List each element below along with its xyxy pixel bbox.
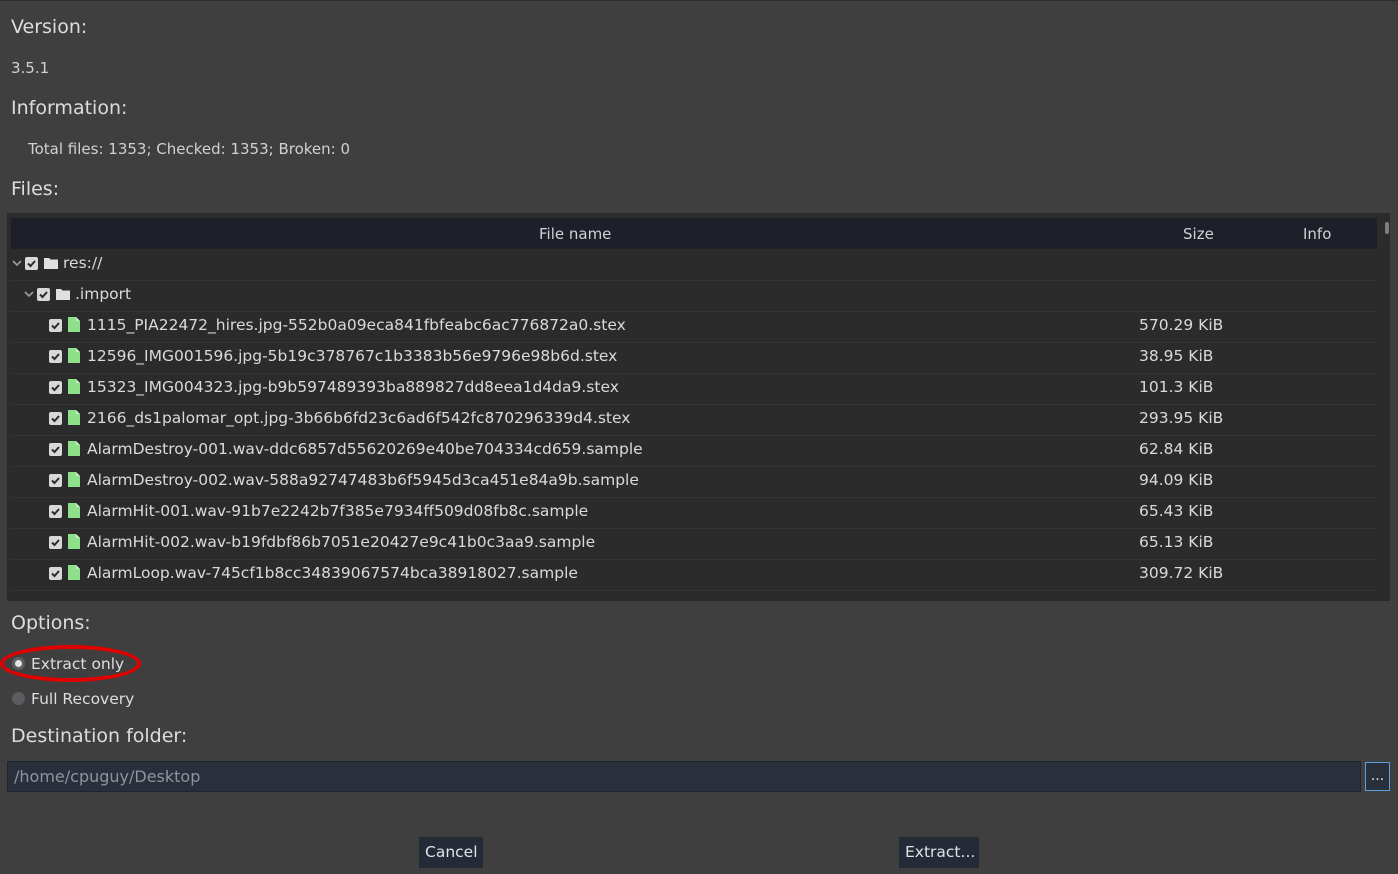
checkbox-root[interactable]: [25, 257, 38, 270]
file-checkbox[interactable]: [49, 443, 62, 456]
file-row[interactable]: AlarmDestroy-001.wav-ddc6857d55620269e40…: [11, 435, 1377, 467]
file-row[interactable]: 12596_IMG001596.jpg-5b19c378767c1b3383b5…: [11, 342, 1377, 374]
file-name: 1115_PIA22472_hires.jpg-552b0a09eca841fb…: [87, 316, 626, 334]
file-row[interactable]: AlarmHit-002.wav-b19fdbf86b7051e20427e9c…: [11, 528, 1377, 560]
file-size: 94.09 KiB: [1139, 471, 1214, 489]
top-border: [0, 0, 1398, 1]
file-icon: [68, 565, 80, 580]
file-size: 62.84 KiB: [1139, 440, 1214, 458]
file-row[interactable]: 2166_ds1palomar_opt.jpg-3b66b6fd23c6ad6f…: [11, 404, 1377, 436]
file-name: AlarmHit-001.wav-91b7e2242b7f385e7934ff5…: [87, 502, 589, 520]
file-checkbox[interactable]: [49, 474, 62, 487]
file-checkbox[interactable]: [49, 350, 62, 363]
file-checkbox[interactable]: [49, 536, 62, 549]
tree-header: File name Size Info: [11, 218, 1377, 249]
destination-folder-input[interactable]: /home/cpuguy/Desktop: [7, 761, 1361, 792]
file-row[interactable]: AlarmLoop.wav-745cf1b8cc34839067574bca38…: [11, 559, 1377, 591]
full-recovery-radio[interactable]: [12, 692, 25, 705]
file-icon: [68, 472, 80, 487]
files-heading: Files:: [11, 178, 60, 200]
file-size: 570.29 KiB: [1139, 316, 1224, 334]
browse-button[interactable]: ...: [1365, 762, 1390, 791]
file-row-partial[interactable]: [11, 590, 1377, 601]
extract-button[interactable]: Extract...: [899, 837, 979, 868]
file-row[interactable]: 1115_PIA22472_hires.jpg-552b0a09eca841fb…: [11, 311, 1377, 343]
file-icon: [68, 379, 80, 394]
file-name: 12596_IMG001596.jpg-5b19c378767c1b3383b5…: [87, 347, 618, 365]
file-row[interactable]: AlarmHit-001.wav-91b7e2242b7f385e7934ff5…: [11, 497, 1377, 529]
file-name: AlarmDestroy-002.wav-588a92747483b6f5945…: [87, 471, 639, 489]
file-checkbox[interactable]: [49, 319, 62, 332]
file-row[interactable]: AlarmDestroy-002.wav-588a92747483b6f5945…: [11, 466, 1377, 498]
file-checkbox[interactable]: [49, 412, 62, 425]
column-info[interactable]: Info: [1303, 225, 1331, 243]
file-name: 2166_ds1palomar_opt.jpg-3b66b6fd23c6ad6f…: [87, 409, 631, 427]
file-checkbox[interactable]: [49, 567, 62, 580]
file-size: 309.72 KiB: [1139, 564, 1224, 582]
information-summary: Total files: 1353; Checked: 1353; Broken…: [28, 140, 351, 158]
file-name: 15323_IMG004323.jpg-b9b597489393ba889827…: [87, 378, 619, 396]
file-checkbox[interactable]: [49, 505, 62, 518]
file-checkbox[interactable]: [49, 381, 62, 394]
file-size: 65.43 KiB: [1139, 502, 1214, 520]
file-size: 38.95 KiB: [1139, 347, 1214, 365]
file-row[interactable]: 15323_IMG004323.jpg-b9b597489393ba889827…: [11, 373, 1377, 405]
file-name: AlarmLoop.wav-745cf1b8cc34839067574bca38…: [87, 564, 578, 582]
tree-row-root[interactable]: res://: [11, 249, 1377, 281]
folder-label: .import: [75, 285, 132, 303]
file-size: 293.95 KiB: [1139, 409, 1224, 427]
destination-heading: Destination folder:: [11, 725, 188, 747]
tree-row-folder[interactable]: .import: [11, 280, 1377, 312]
version-heading: Version:: [11, 16, 88, 38]
file-icon: [68, 534, 80, 549]
cancel-button[interactable]: Cancel: [419, 837, 483, 868]
file-name: AlarmDestroy-001.wav-ddc6857d55620269e40…: [87, 440, 643, 458]
file-size: 65.13 KiB: [1139, 533, 1214, 551]
chevron-down-icon[interactable]: [24, 289, 34, 299]
folder-icon: [56, 289, 70, 300]
root-label: res://: [63, 254, 103, 272]
scrollbar-grabber[interactable]: [1385, 222, 1389, 234]
options-heading: Options:: [11, 612, 91, 634]
file-icon: [68, 317, 80, 332]
checkbox-folder[interactable]: [37, 288, 50, 301]
file-icon: [68, 410, 80, 425]
column-size[interactable]: Size: [1183, 225, 1214, 243]
chevron-down-icon[interactable]: [12, 258, 22, 268]
file-icon: [68, 503, 80, 518]
file-icon: [68, 441, 80, 456]
file-name: AlarmHit-002.wav-b19fdbf86b7051e20427e9c…: [87, 533, 596, 551]
full-recovery-label[interactable]: Full Recovery: [31, 690, 134, 708]
highlight-ellipse: [0, 645, 141, 682]
version-value: 3.5.1: [11, 59, 50, 77]
column-file-name[interactable]: File name: [539, 225, 611, 243]
files-tree[interactable]: File name Size Info res:// .import 1115_…: [7, 213, 1390, 601]
tree-scrollbar[interactable]: [1383, 219, 1390, 599]
folder-icon: [44, 258, 58, 269]
file-size: 101.3 KiB: [1139, 378, 1214, 396]
file-icon: [68, 348, 80, 363]
information-heading: Information:: [11, 97, 128, 119]
